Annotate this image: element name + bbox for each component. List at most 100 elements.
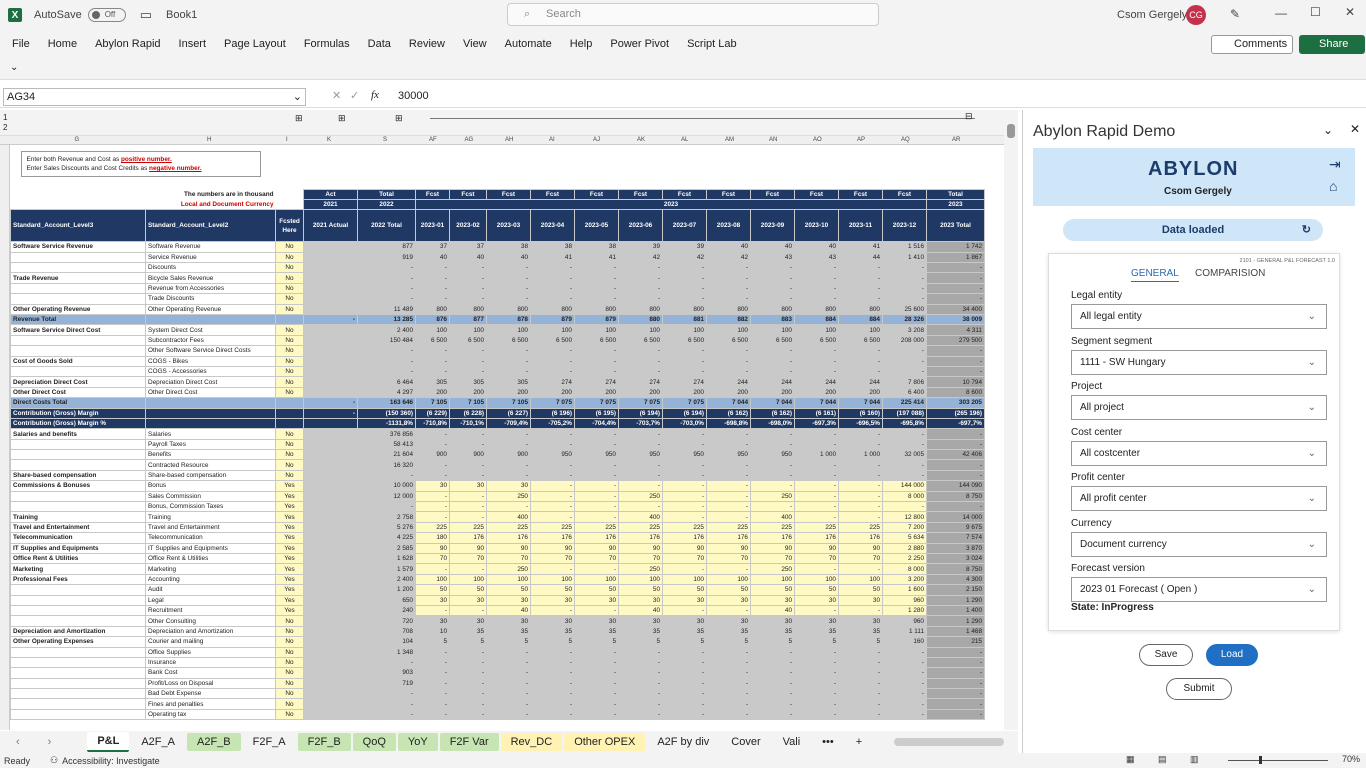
value-cell[interactable]: 30 — [706, 594, 751, 606]
value-cell[interactable] — [303, 584, 358, 596]
sheet-tab-f2f-b[interactable]: F2F_B — [297, 733, 351, 751]
account-level3[interactable] — [10, 251, 146, 264]
account-level3[interactable]: Telecommunication — [10, 532, 146, 544]
value-cell[interactable]: 7 075 — [662, 397, 707, 409]
value-cell[interactable]: - — [415, 698, 450, 710]
value-cell[interactable]: - — [449, 428, 487, 440]
value-cell[interactable]: -697,7% — [926, 417, 985, 430]
value-cell[interactable]: - — [794, 469, 839, 482]
outline-expand-icon[interactable]: ⊞ — [395, 113, 403, 124]
value-cell[interactable]: 4 311 — [926, 324, 985, 336]
value-cell[interactable]: - — [618, 438, 663, 451]
account-level3[interactable]: Depreciation and Amortization — [10, 625, 146, 638]
value-cell[interactable]: 5 — [662, 636, 707, 648]
fcsted-flag[interactable]: No — [275, 459, 304, 471]
value-cell[interactable]: - — [882, 656, 927, 669]
value-cell[interactable]: - — [662, 262, 707, 274]
fcsted-flag[interactable]: No — [275, 262, 304, 274]
column-header[interactable]: I — [286, 137, 288, 143]
value-cell[interactable]: 6 500 — [415, 334, 450, 347]
account-level2[interactable]: Bonus, Commission Taxes — [145, 501, 276, 513]
value-cell[interactable]: - — [618, 667, 663, 679]
value-cell[interactable]: 6 500 — [750, 334, 795, 347]
value-cell[interactable] — [303, 501, 358, 513]
value-cell[interactable]: - — [662, 511, 707, 523]
value-cell[interactable]: 5 276 — [357, 521, 416, 534]
value-cell[interactable]: - — [618, 355, 663, 367]
value-cell[interactable]: - — [662, 282, 707, 295]
value-cell[interactable]: 1 867 — [926, 251, 985, 264]
value-cell[interactable]: - — [750, 345, 795, 357]
save-icon[interactable]: ▭ — [140, 7, 152, 23]
value-cell[interactable]: - — [926, 438, 985, 451]
value-cell[interactable]: (197 088) — [882, 407, 927, 419]
value-cell[interactable]: - — [530, 459, 575, 471]
value-cell[interactable]: 2 400 — [357, 573, 416, 586]
account-level3[interactable] — [10, 604, 146, 617]
value-cell[interactable]: - — [486, 708, 531, 721]
value-cell[interactable]: 919 — [357, 251, 416, 264]
value-cell[interactable]: 400 — [486, 511, 531, 523]
fcsted-flag[interactable]: No — [275, 324, 304, 336]
value-cell[interactable]: - — [449, 511, 487, 523]
account-level2[interactable]: Recruitment — [145, 604, 276, 617]
value-cell[interactable]: - — [706, 469, 751, 482]
value-cell[interactable]: - — [750, 355, 795, 367]
value-cell[interactable]: - — [618, 262, 663, 274]
zoom-slider[interactable] — [1228, 760, 1328, 761]
value-cell[interactable]: 30 — [750, 615, 795, 627]
fcsted-flag[interactable]: Yes — [275, 521, 304, 534]
value-cell[interactable]: 274 — [530, 376, 575, 388]
value-cell[interactable]: 305 — [415, 376, 450, 388]
account-level2[interactable]: Other Direct Cost — [145, 386, 276, 399]
value-cell[interactable]: - — [750, 282, 795, 295]
value-cell[interactable]: 5 — [750, 636, 795, 648]
value-cell[interactable]: - — [882, 677, 927, 690]
value-cell[interactable]: 2 880 — [882, 542, 927, 555]
account-level2[interactable]: Office Rent & Utilities — [145, 552, 276, 565]
value-cell[interactable]: -696,5% — [838, 417, 883, 430]
value-cell[interactable]: 34 400 — [926, 303, 985, 316]
value-cell[interactable]: - — [882, 345, 927, 357]
value-cell[interactable]: - — [530, 501, 575, 513]
value-cell[interactable]: - — [415, 501, 450, 513]
value-cell[interactable]: 1 516 — [882, 241, 927, 253]
value-cell[interactable] — [303, 667, 358, 679]
value-cell[interactable]: -703,7% — [618, 417, 663, 430]
value-cell[interactable]: 883 — [750, 313, 795, 326]
home-icon[interactable]: ⌂ — [1329, 178, 1337, 194]
save-button[interactable]: Save — [1139, 644, 1193, 666]
account-level3[interactable]: Share-based compensation — [10, 469, 146, 482]
value-cell[interactable]: - — [486, 355, 531, 367]
value-cell[interactable]: - — [486, 459, 531, 471]
minimize-icon[interactable]: — — [1275, 6, 1287, 20]
value-cell[interactable]: 244 — [838, 376, 883, 388]
fcsted-flag[interactable]: No — [275, 345, 304, 357]
value-cell[interactable]: - — [794, 428, 839, 440]
value-cell[interactable]: - — [574, 272, 619, 284]
field-select-cost-center[interactable]: All costcenter ⌄ — [1071, 440, 1327, 466]
value-cell[interactable]: - — [794, 272, 839, 284]
column-header[interactable]: AN — [769, 137, 777, 143]
value-cell[interactable]: - — [794, 345, 839, 357]
value-cell[interactable]: - — [838, 345, 883, 357]
value-cell[interactable]: 1 000 — [794, 449, 839, 461]
value-cell[interactable]: 244 — [706, 376, 751, 388]
value-cell[interactable]: - — [706, 293, 751, 305]
value-cell[interactable]: - — [838, 428, 883, 440]
account-level2[interactable]: Software Revenue — [145, 241, 276, 253]
value-cell[interactable]: 881 — [662, 313, 707, 326]
outline-level-2[interactable]: 2 — [3, 123, 7, 132]
value-cell[interactable]: 70 — [449, 552, 487, 565]
value-cell[interactable]: - — [838, 667, 883, 679]
value-cell[interactable]: 50 — [618, 584, 663, 596]
value-cell[interactable]: - — [926, 365, 985, 378]
value-cell[interactable] — [303, 532, 358, 544]
value-cell[interactable]: 30 — [449, 594, 487, 606]
fcsted-flag[interactable]: Yes — [275, 480, 304, 492]
value-cell[interactable] — [303, 656, 358, 669]
value-cell[interactable] — [303, 438, 358, 451]
account-level3[interactable] — [10, 459, 146, 471]
value-cell[interactable]: - — [618, 469, 663, 482]
value-cell[interactable]: 1 280 — [882, 604, 927, 617]
